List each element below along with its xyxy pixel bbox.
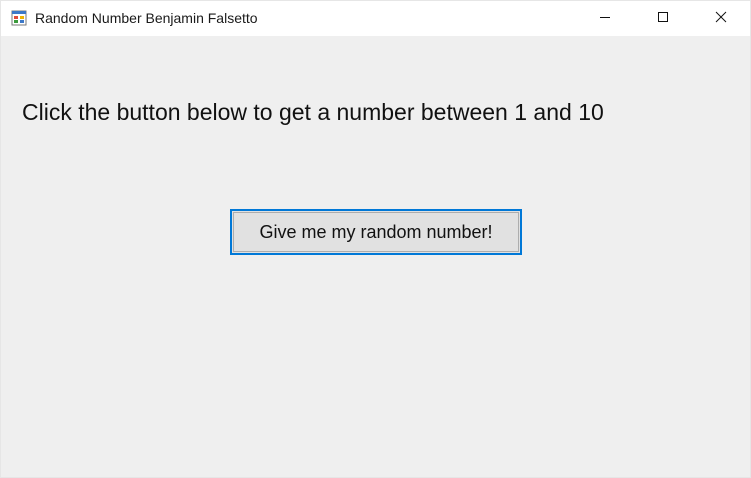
maximize-icon <box>657 10 669 28</box>
app-window: Random Number Benjamin Falsetto Click th… <box>0 0 751 478</box>
window-title: Random Number Benjamin Falsetto <box>35 10 258 26</box>
random-number-button-label: Give me my random number! <box>233 212 519 252</box>
close-button[interactable] <box>692 1 750 36</box>
form-client-area: Click the button below to get a number b… <box>1 36 750 477</box>
instruction-label: Click the button below to get a number b… <box>22 99 604 125</box>
windows-form-icon <box>11 10 27 26</box>
title-bar[interactable]: Random Number Benjamin Falsetto <box>1 1 750 36</box>
random-number-button[interactable]: Give me my random number! <box>230 209 522 255</box>
minimize-button[interactable] <box>576 1 634 36</box>
maximize-button[interactable] <box>634 1 692 36</box>
close-icon <box>715 10 727 28</box>
minimize-icon <box>599 10 611 28</box>
